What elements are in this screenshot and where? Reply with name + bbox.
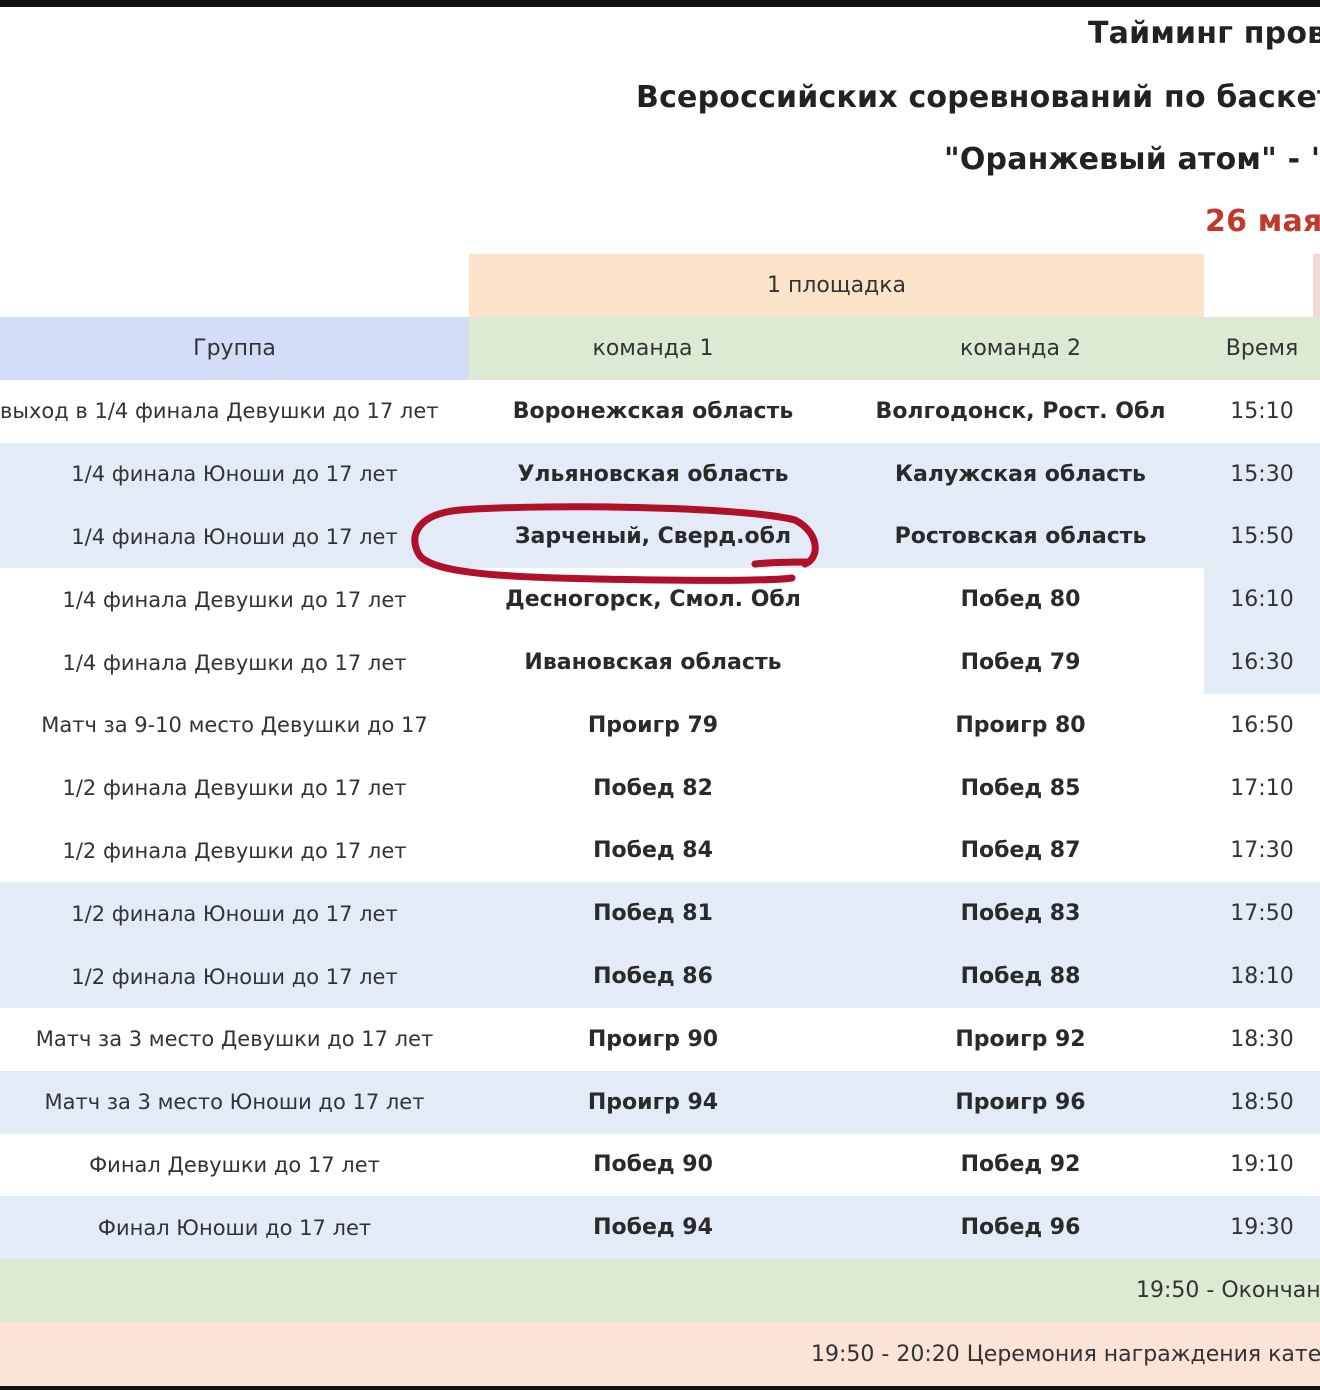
time-cell: 19:10 (1230, 1152, 1294, 1178)
title-line-2: Всероссийских соревнований по баскетб (636, 80, 1320, 115)
time-cell: 17:50 (1230, 901, 1294, 927)
team2-cell: Ростовская область (894, 524, 1147, 550)
column-header-group: Группа (0, 317, 469, 380)
column-header-team2: команда 2 (837, 317, 1204, 380)
group-cell: 1/4 финала Юноши до 17 лет (71, 524, 398, 549)
table-row: Матч за 9-10 место Девушки до 17 Проигр … (0, 693, 1320, 757)
team2-cell: Побед 88 (960, 964, 1081, 990)
team1-cell: Побед 81 (593, 901, 713, 927)
table-row: 1/4 финала Юноши до 17 лет Ульяновская о… (0, 442, 1320, 506)
end-of-games-text: 19:50 - Окончани (1136, 1278, 1320, 1303)
time-cell: 18:30 (1230, 1026, 1294, 1052)
team2-cell: Побед 83 (960, 901, 1081, 927)
title-line-3: "Оранжевый атом" - "Ц (944, 142, 1320, 177)
team1-cell: Ивановская область (524, 650, 782, 676)
team1-cell: Проигр 94 (587, 1089, 719, 1115)
table-row: 1/2 финала Юноши до 17 лет Побед 81 Побе… (0, 882, 1320, 946)
title-line-1: Тайминг прове (1088, 16, 1320, 51)
group-cell: Матч за 3 место Девушки до 17 лет (35, 1027, 434, 1052)
end-of-games-band (0, 1259, 1320, 1322)
table-row: 1/4 финала Юноши до 17 лет Зарченый, Све… (0, 505, 1320, 569)
group-cell: 1/2 финала Юноши до 17 лет (71, 901, 398, 926)
table-row: 1/2 финала Девушки до 17 лет Побед 82 По… (0, 756, 1320, 820)
time-cell: 18:50 (1230, 1089, 1294, 1115)
time-cell: 16:50 (1230, 712, 1294, 738)
table-row: 1/2 финала Девушки до 17 лет Побед 84 По… (0, 819, 1320, 883)
team2-cell: Побед 80 (960, 587, 1081, 613)
time-cell: 16:10 (1204, 568, 1320, 632)
group-cell: Матч за 9-10 место Девушки до 17 (41, 713, 428, 738)
table-row: Финал Юноши до 17 лет Побед 94 Побед 96 … (0, 1196, 1320, 1260)
table-row: Матч за 3 место Девушки до 17 лет Проигр… (0, 1007, 1320, 1071)
team1-cell: Побед 82 (593, 775, 713, 801)
time-cell: 17:30 (1230, 838, 1294, 864)
team1-cell: Проигр 90 (587, 1026, 719, 1052)
table-row: выход в 1/4 финала Девушки до 17 лет Вор… (0, 380, 1320, 443)
team2-cell: Побед 79 (960, 650, 1081, 676)
team2-cell: Проигр 92 (955, 1026, 1086, 1052)
group-cell: 1/4 финала Девушки до 17 лет (62, 587, 407, 612)
time-cell: 15:30 (1230, 461, 1294, 487)
team1-cell: Проигр 79 (587, 712, 719, 738)
group-cell: 1/4 финала Девушки до 17 лет (62, 650, 407, 675)
table-row: Матч за 3 место Юноши до 17 лет Проигр 9… (0, 1070, 1320, 1134)
team1-cell: Зарченый, Сверд.обл (514, 524, 792, 550)
schedule-table-body: выход в 1/4 финала Девушки до 17 лет Вор… (0, 380, 1320, 1260)
team1-cell: Побед 94 (593, 1215, 713, 1241)
table-row: Финал Девушки до 17 лет Побед 90 Побед 9… (0, 1133, 1320, 1197)
bottom-border (0, 1386, 1320, 1390)
team2-cell: Калужская область (895, 461, 1146, 487)
table-row: 1/4 финала Девушки до 17 лет Ивановская … (0, 631, 1320, 694)
column-header-team1: команда 1 (469, 317, 837, 380)
team2-cell: Побед 85 (960, 775, 1081, 801)
time-cell: 17:10 (1230, 775, 1294, 801)
team1-cell: Побед 90 (593, 1152, 713, 1178)
team2-cell: Побед 87 (960, 838, 1081, 864)
venue-header: 1 площадка (469, 254, 1204, 317)
team2-cell: Побед 92 (960, 1152, 1081, 1178)
team2-cell: Волгодонск, Рост. Обл (875, 398, 1166, 424)
time-cell: 15:50 (1230, 524, 1294, 550)
time-cell: 18:10 (1230, 964, 1294, 990)
team1-cell: Ульяновская область (517, 461, 789, 487)
team2-cell: Проигр 96 (955, 1089, 1086, 1115)
time-cell: 19:30 (1230, 1215, 1294, 1241)
team1-cell: Воронежская область (512, 398, 794, 424)
top-border (0, 0, 1320, 7)
team2-cell: Проигр 80 (955, 712, 1086, 738)
group-cell: 1/2 финала Девушки до 17 лет (62, 838, 407, 863)
date-label: 26 мая (1205, 204, 1320, 239)
group-cell: 1/2 финала Юноши до 17 лет (71, 964, 398, 989)
column-header-time: Время (1204, 317, 1320, 380)
award-ceremony-text: 19:50 - 20:20 Церемония награждения кате… (811, 1341, 1320, 1367)
team1-cell: Побед 84 (593, 838, 713, 864)
venue-next-column-edge (1313, 254, 1320, 317)
group-cell: Финал Девушки до 17 лет (89, 1152, 380, 1177)
team2-cell: Побед 96 (960, 1215, 1081, 1241)
time-cell: 16:30 (1204, 631, 1320, 694)
team1-cell: Побед 86 (593, 964, 713, 990)
time-cell: 15:10 (1230, 398, 1294, 424)
group-cell: Финал Юноши до 17 лет (97, 1215, 372, 1240)
team1-cell: Десногорск, Смол. Обл (505, 587, 801, 613)
schedule-page: Тайминг прове Всероссийских соревнований… (0, 0, 1320, 1390)
table-row: 1/4 финала Девушки до 17 лет Десногорск,… (0, 568, 1320, 632)
group-cell: 1/2 финала Девушки до 17 лет (62, 776, 407, 801)
table-row: 1/2 финала Юноши до 17 лет Побед 86 Побе… (0, 945, 1320, 1008)
group-cell: выход в 1/4 финала Девушки до 17 лет (0, 399, 439, 424)
group-cell: Матч за 3 место Юноши до 17 лет (44, 1090, 425, 1115)
group-cell: 1/4 финала Юноши до 17 лет (71, 462, 398, 487)
